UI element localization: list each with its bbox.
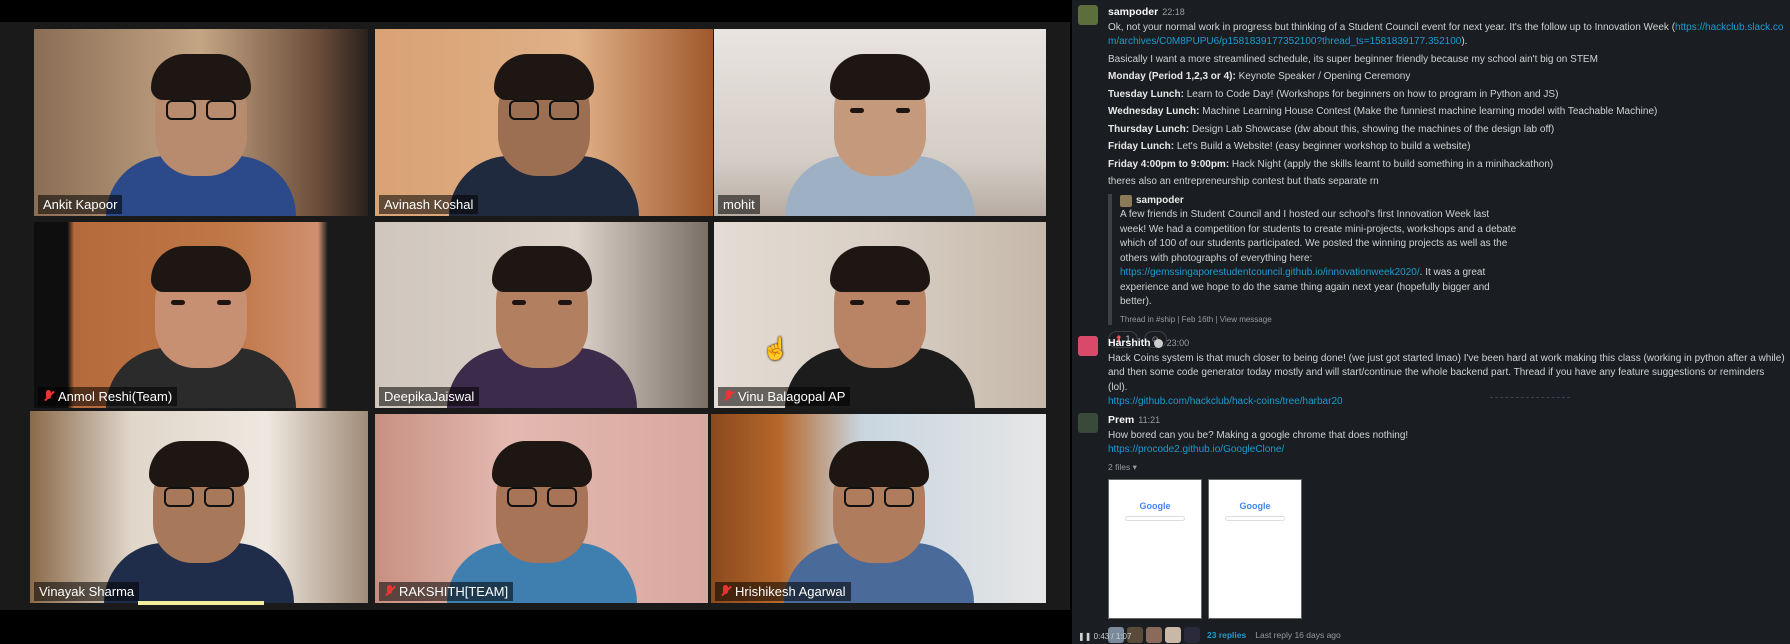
participant-tile[interactable]: Anmol Reshi(Team) xyxy=(34,222,368,408)
mic-muted-icon xyxy=(723,390,734,403)
pause-icon[interactable]: ❚❚ xyxy=(1078,632,1091,641)
message-sampoder[interactable]: sampoder 22:18 Ok, not your normal work i… xyxy=(1078,5,1786,349)
mic-muted-icon xyxy=(43,390,54,403)
replies-link[interactable]: 23 replies xyxy=(1207,629,1246,641)
participant-tile[interactable]: DeepikaJaiswal xyxy=(375,222,708,408)
participant-tile[interactable]: Hrishikesh Agarwal xyxy=(711,414,1046,603)
search-bar xyxy=(1125,515,1185,521)
message-author[interactable]: Harshith xyxy=(1108,337,1151,349)
participant-video xyxy=(785,46,975,216)
participant-tile-active-speaker[interactable]: Avinash Koshal xyxy=(375,29,713,216)
files-toggle[interactable]: 2 files ▾ xyxy=(1108,461,1786,473)
participant-name: Vinayak Sharma xyxy=(34,582,140,601)
message-timestamp[interactable]: 23:00 xyxy=(1167,338,1190,348)
status-icon xyxy=(1153,338,1163,348)
schedule-item: Wednesday Lunch: Machine Learning House … xyxy=(1108,106,1658,117)
participant-video xyxy=(446,433,637,603)
participant-video xyxy=(449,46,639,216)
message-timestamp[interactable]: 22:18 xyxy=(1162,7,1185,17)
message-harshith[interactable]: Harshith 23:00 Hack Coins system is that … xyxy=(1078,336,1786,410)
shared-message-quote[interactable]: sampoder A few friends in Student Counci… xyxy=(1108,193,1518,326)
participant-tile[interactable]: RAKSHITH[TEAM] xyxy=(375,414,708,603)
message-text: Hack Coins system is that much closer to… xyxy=(1108,352,1785,393)
participant-video xyxy=(106,238,296,408)
participant-name: DeepikaJaiswal xyxy=(379,387,480,406)
participant-name: Avinash Koshal xyxy=(379,195,479,214)
participant-name: Hrishikesh Agarwal xyxy=(715,582,851,601)
participant-video xyxy=(446,238,637,408)
participant-name: Ankit Kapoor xyxy=(38,195,123,214)
slack-channel-panel: sampoder 22:18 Ok, not your normal work i… xyxy=(1070,0,1790,644)
message-timestamp[interactable]: 11:21 xyxy=(1138,415,1160,425)
call-bottom-bar xyxy=(0,610,1070,644)
message-text: How bored can you be? Making a google ch… xyxy=(1108,429,1409,441)
avatar xyxy=(1184,626,1200,643)
participant-video xyxy=(104,433,294,603)
quote-meta[interactable]: Thread in #ship | Feb 16th | View messag… xyxy=(1120,314,1518,326)
hand-cursor-icon: ☝ xyxy=(762,336,790,361)
participant-video xyxy=(785,238,975,408)
speaking-indicator-bar xyxy=(138,601,264,605)
schedule-item: Friday 4:00pm to 9:00pm: Hack Night (app… xyxy=(1108,158,1554,170)
message-author[interactable]: sampoder xyxy=(1108,6,1158,18)
search-bar xyxy=(1225,515,1285,521)
panel-divider xyxy=(1070,0,1072,644)
avatar[interactable] xyxy=(1078,5,1098,25)
mic-muted-icon xyxy=(720,585,731,598)
participant-name: Vinu Balagopal AP xyxy=(718,387,851,406)
schedule-item: Friday Lunch: Let's Build a Website! (ea… xyxy=(1108,141,1471,152)
message-line: theres also an entrepreneurship contest … xyxy=(1108,176,1379,187)
file-thumbnails: Google Google xyxy=(1108,478,1786,619)
file-thumbnail[interactable]: Google xyxy=(1108,478,1202,619)
message-line: Basically I want a more streamlined sche… xyxy=(1108,53,1598,65)
last-reply-time: Last reply 16 days ago xyxy=(1255,629,1341,640)
call-top-bar xyxy=(0,0,1070,22)
participant-video xyxy=(106,46,296,216)
participant-name: Anmol Reshi(Team) xyxy=(38,387,178,406)
mic-muted-icon xyxy=(384,585,395,598)
innovation-week-link[interactable]: https://gemssingaporestudentcouncil.gith… xyxy=(1120,267,1420,278)
message-prem[interactable]: Prem 11:21 How bored can you be? Making a… xyxy=(1078,413,1786,643)
avatar xyxy=(1120,194,1132,207)
participant-tile[interactable]: Vinu Balagopal AP xyxy=(714,222,1046,408)
participant-name: mohit xyxy=(718,195,760,214)
message-text: Ok, not your normal work in progress but… xyxy=(1108,21,1784,48)
participant-name: RAKSHITH[TEAM] xyxy=(379,582,514,601)
schedule-item: Monday (Period 1,2,3 or 4): Keynote Spea… xyxy=(1108,71,1411,82)
file-thumbnail[interactable]: Google xyxy=(1208,478,1302,619)
github-link[interactable]: https://github.com/hackclub/hack-coins/t… xyxy=(1108,395,1786,410)
video-player-time: ❚❚ 0:43 / 1:07 xyxy=(1078,632,1132,642)
google-clone-link[interactable]: https://procode2.github.io/GoogleClone/ xyxy=(1108,443,1786,458)
message-author[interactable]: Prem xyxy=(1108,414,1134,426)
quote-text: A few friends in Student Council and I h… xyxy=(1120,209,1517,307)
avatar[interactable] xyxy=(1078,413,1098,433)
quote-author[interactable]: sampoder xyxy=(1136,194,1184,209)
participant-tile[interactable]: Vinayak Sharma xyxy=(30,411,368,603)
avatar xyxy=(1165,626,1181,643)
schedule-item: Thursday Lunch: Design Lab Showcase (dw … xyxy=(1108,123,1555,135)
thread-replies-row[interactable]: 23 replies Last reply 16 days ago xyxy=(1108,626,1786,643)
schedule-item: Tuesday Lunch: Learn to Code Day! (Works… xyxy=(1108,88,1559,100)
video-call-grid: Ankit Kapoor Avinash Koshal mohit Anmol … xyxy=(0,0,1070,644)
participant-video xyxy=(783,433,974,603)
participant-tile[interactable]: mohit xyxy=(714,29,1046,216)
divider xyxy=(1490,397,1570,398)
avatar xyxy=(1146,626,1162,643)
participant-tile[interactable]: Ankit Kapoor xyxy=(34,29,368,216)
avatar[interactable] xyxy=(1078,336,1098,356)
